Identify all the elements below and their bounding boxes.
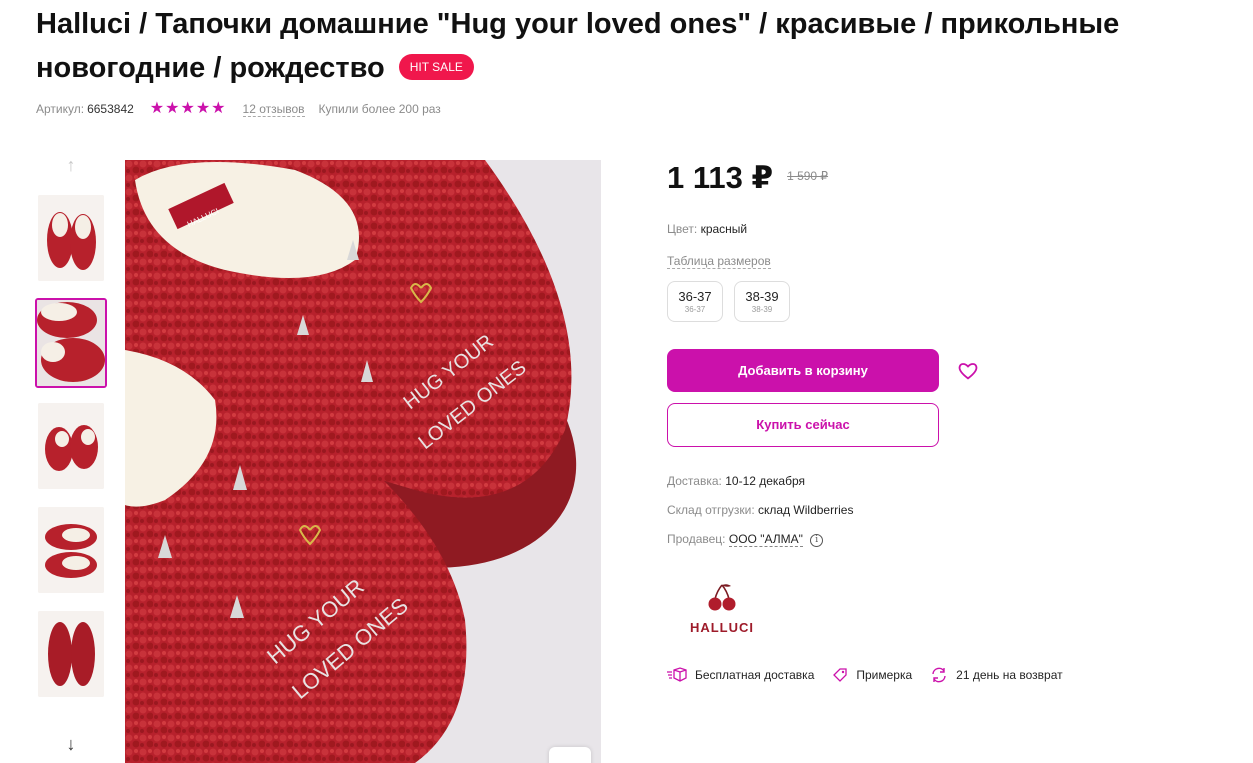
thumbnail-5[interactable]	[38, 611, 104, 697]
thumbnail-3[interactable]	[38, 403, 104, 489]
product-title: Halluci / Тапочки домашние "Hug your lov…	[36, 2, 1253, 90]
brand-name: HALLUCI	[689, 620, 755, 635]
feature-free-delivery-label: Бесплатная доставка	[695, 668, 815, 682]
article-value: 6653842	[87, 102, 134, 116]
star-icon: ★	[195, 100, 211, 117]
main-product-image[interactable]: HALLUCI HUG YOUR LOVED ONES HUG YOUR LOV…	[125, 160, 601, 763]
cherry-logo-icon	[708, 584, 736, 611]
product-title-text-2: новогодние / рождество	[36, 52, 385, 84]
warehouse-label: Склад отгрузки:	[667, 503, 755, 517]
thumbnail-2[interactable]	[35, 298, 107, 388]
return-icon	[932, 667, 946, 683]
thumbnail-4[interactable]	[38, 507, 104, 593]
buy-now-button[interactable]: Купить сейчас	[667, 403, 939, 447]
size-main: 36-37	[678, 289, 712, 304]
warehouse-row: Склад отгрузки: склад Wildberries	[667, 503, 853, 517]
brand-logo[interactable]: HALLUCI	[687, 583, 757, 635]
info-icon[interactable]: i	[810, 534, 824, 547]
star-icon: ★	[180, 100, 195, 117]
price-block: 1 113 ₽ 1 590 ₽	[667, 160, 1107, 196]
old-price: 1 590 ₽	[787, 169, 829, 183]
size-selector: 36-37 36-37 38-39 38-39	[667, 281, 790, 322]
seller-row: Продавец: ООО "АЛМА" i	[667, 532, 824, 547]
tag-icon	[833, 668, 848, 682]
size-sub: 38-39	[751, 305, 773, 314]
star-icon: ★	[165, 100, 180, 117]
star-icon: ★	[211, 100, 226, 117]
feature-fitting: Примерка	[832, 667, 912, 683]
current-price: 1 113 ₽	[667, 160, 774, 195]
product-sidebar: 1 113 ₽ 1 590 ₽ Цвет: красный Таблица ра…	[667, 160, 1107, 683]
size-main: 38-39	[745, 289, 779, 304]
size-option-38-39[interactable]: 38-39 38-39	[734, 281, 790, 322]
arrow-down-icon[interactable]: ↓	[35, 734, 107, 754]
size-option-36-37[interactable]: 36-37 36-37	[667, 281, 723, 322]
product-title-line-1: Halluci / Тапочки домашние "Hug your lov…	[36, 8, 1120, 40]
add-to-cart-button[interactable]: Добавить в корзину	[667, 349, 939, 392]
color-label: Цвет:	[667, 222, 698, 236]
rating-stars: ★ ★ ★ ★ ★	[150, 101, 227, 117]
delivery-row: Доставка: 10-12 декабря	[667, 474, 805, 488]
warehouse-value: склад Wildberries	[758, 503, 854, 517]
article-label: Артикул:	[36, 102, 85, 116]
feature-fitting-label: Примерка	[856, 668, 913, 682]
product-title-line-2: новогодние / рождество HIT SALE	[36, 46, 1253, 90]
size-table-link[interactable]: Таблица размеров	[667, 254, 771, 269]
features-row: Бесплатная доставка Примерка 21 день на …	[667, 667, 1081, 683]
arrow-up-icon[interactable]: ↑	[35, 155, 107, 175]
thumbnail-1[interactable]	[38, 195, 104, 281]
seller-link[interactable]: ООО "АЛМА"	[728, 532, 803, 547]
color-value: красный	[700, 222, 748, 236]
box-icon	[667, 667, 687, 682]
hit-sale-badge: HIT SALE	[398, 54, 474, 80]
delivery-value: 10-12 декабря	[725, 474, 806, 488]
delivery-label: Доставка:	[667, 474, 722, 488]
seller-label: Продавец:	[667, 532, 726, 546]
star-icon: ★	[149, 100, 165, 117]
color-row: Цвет: красный	[667, 222, 747, 236]
size-sub: 36-37	[684, 305, 706, 314]
slippers-photo: HALLUCI HUG YOUR LOVED ONES HUG YOUR LOV…	[125, 160, 601, 763]
zoom-icon[interactable]	[549, 747, 591, 763]
product-meta: Артикул: 6653842 ★ ★ ★ ★ ★ 12 отзывов Ку…	[36, 101, 441, 117]
bought-count: Купили более 200 раз	[318, 102, 441, 116]
heart-icon[interactable]	[957, 360, 979, 382]
reviews-link[interactable]: 12 отзывов	[242, 102, 305, 117]
feature-return: 21 день на возврат	[930, 667, 1063, 683]
feature-return-label: 21 день на возврат	[956, 668, 1063, 682]
feature-free-delivery: Бесплатная доставка	[667, 667, 814, 683]
